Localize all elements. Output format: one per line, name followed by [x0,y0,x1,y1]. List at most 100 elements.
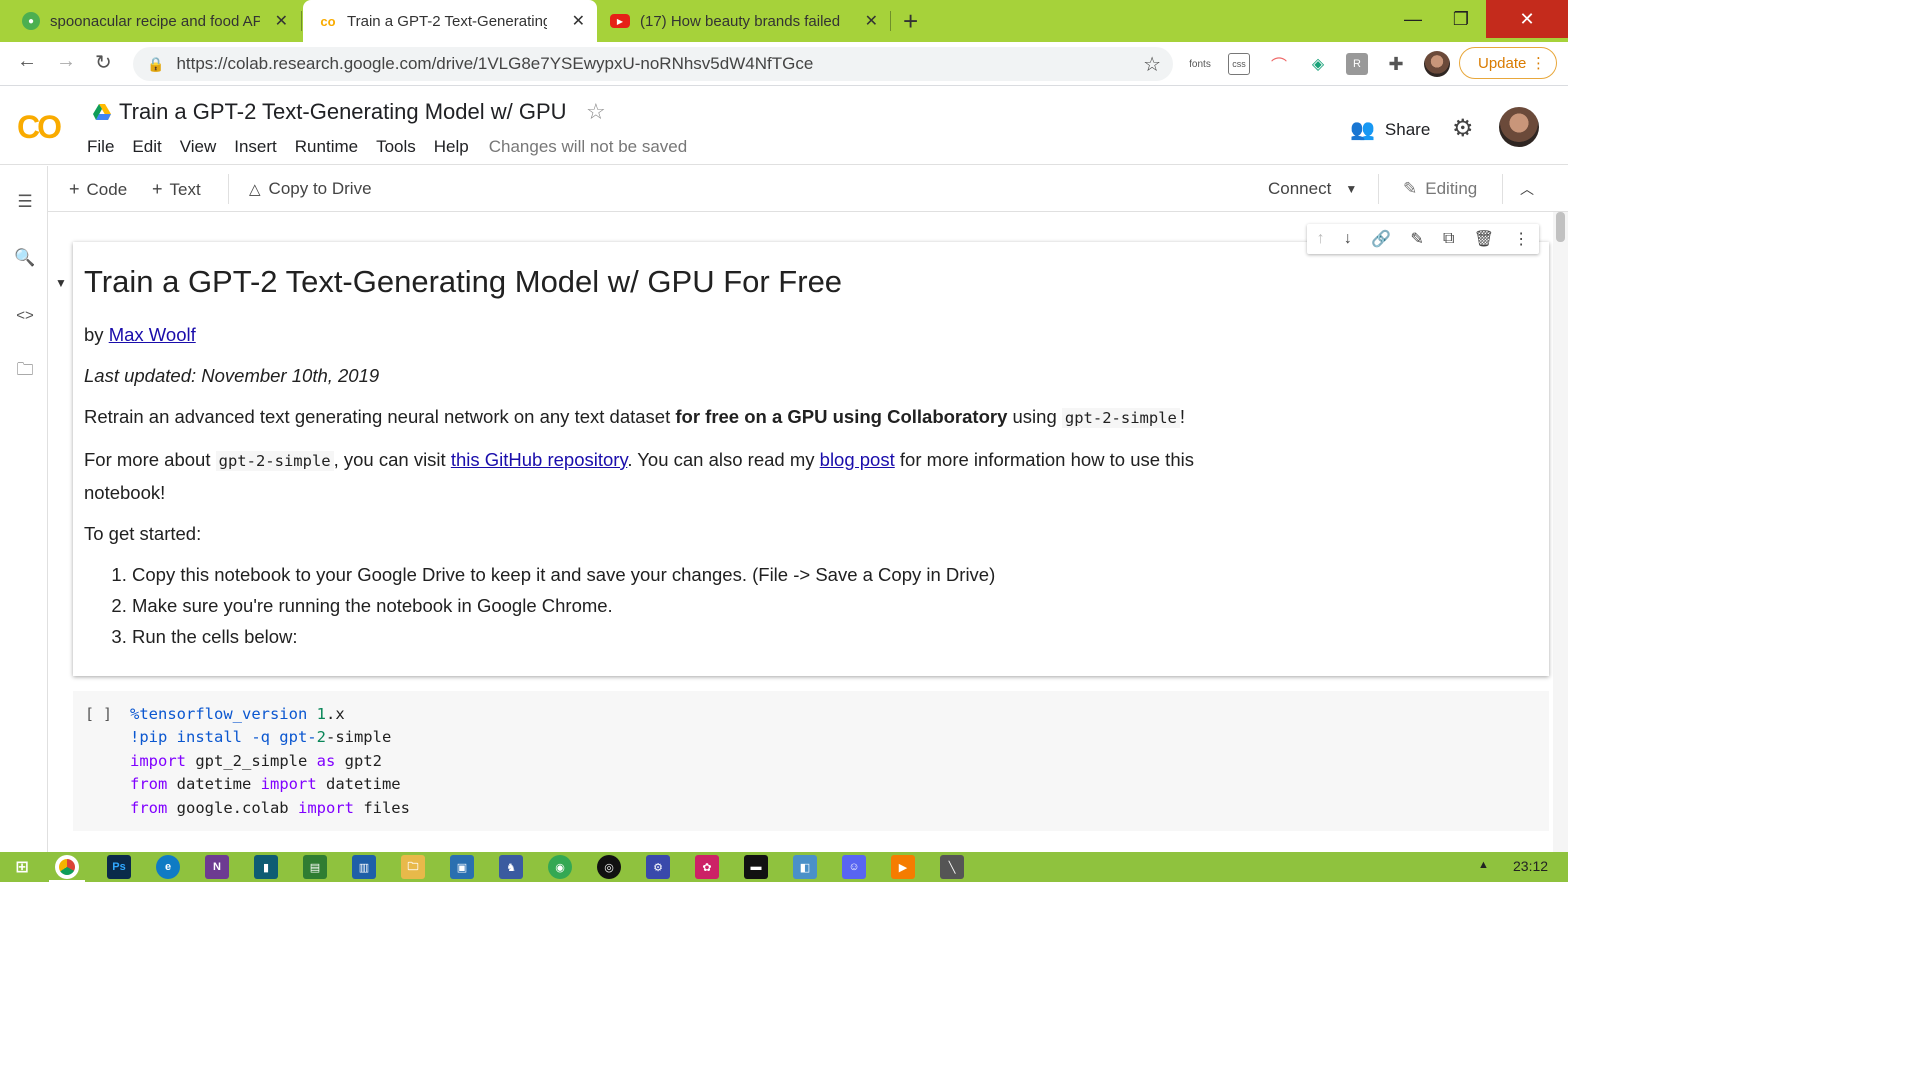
star-notebook-icon[interactable]: ☆ [586,99,606,125]
copy-to-drive-button[interactable]: △ Copy to Drive [249,179,372,199]
app-taskbar-icon[interactable]: N [205,855,229,879]
mirror-cell-icon[interactable]: ⧉ [1443,230,1454,248]
scrollbar-thumb[interactable] [1556,212,1565,242]
back-arrow-icon[interactable]: ← [17,50,37,73]
cell-toolbar: ↑ ↓ 🔗 ✎ ⧉ 🗑 ⋮ [1307,224,1539,254]
more-text: . You can also read my [627,449,820,470]
photoshop-taskbar-icon[interactable]: Ps [107,855,131,879]
delete-trash-icon[interactable]: 🗑 [1474,229,1494,249]
reload-icon[interactable]: ↻ [95,50,112,75]
fonts-extension-icon[interactable]: fonts [1189,53,1211,75]
menu-insert[interactable]: Insert [234,137,277,157]
list-item: Make sure you're running the notebook in… [132,590,1284,621]
app-taskbar-icon[interactable]: ◎ [597,855,621,879]
forward-arrow-icon[interactable]: → [56,50,76,73]
spreadsheet-taskbar-icon[interactable]: ▤ [303,855,327,879]
section-collapse-arrow-icon[interactable]: ▼ [55,276,67,290]
intro-text: using [1007,406,1062,427]
move-up-icon[interactable]: ↑ [1317,230,1325,248]
add-code-cell-button[interactable]: + Code [69,179,127,200]
unsaved-notice[interactable]: Changes will not be saved [489,137,687,157]
notebook-scrollbar[interactable] [1553,212,1568,852]
app-taskbar-icon[interactable]: ◧ [793,855,817,879]
menu-tools[interactable]: Tools [376,137,416,157]
share-button[interactable]: 👥 Share [1350,117,1430,142]
media-player-taskbar-icon[interactable]: ▶ [891,855,915,879]
app-taskbar-icon[interactable]: ♞ [499,855,523,879]
files-folder-icon[interactable]: 🗀 [15,360,35,381]
settings-gear-icon[interactable]: ⚙ [1452,114,1474,143]
editing-mode-button[interactable]: ✎ Editing [1403,179,1477,199]
file-explorer-taskbar-icon[interactable]: 🗀 [401,855,425,879]
github-repo-link[interactable]: this GitHub repository [451,449,628,470]
menu-view[interactable]: View [180,137,217,157]
tab-title: (17) How beauty brands failed w [640,12,840,30]
address-bar[interactable]: 🔒 https://colab.research.google.com/driv… [133,47,1173,81]
connect-button[interactable]: Connect ▼ [1268,179,1357,199]
app-taskbar-icon[interactable]: ▣ [450,855,474,879]
google-drive-icon[interactable] [93,104,111,120]
tab-close-icon[interactable]: ✕ [865,11,878,31]
gem-extension-icon[interactable]: ◈ [1307,53,1329,75]
colab-logo[interactable]: CO [17,109,62,146]
code-token: .x [326,705,345,723]
table-of-contents-icon[interactable]: ☰ [15,192,35,212]
add-text-cell-button[interactable]: + Text [152,179,201,200]
css-extension-icon[interactable]: css [1228,53,1250,75]
more-options-icon[interactable]: ⋮ [1513,229,1529,249]
code-token: datetime [167,775,261,794]
browser-tab-colab[interactable]: co Train a GPT-2 Text-Generating M ✕ [303,0,597,42]
run-cell-indicator[interactable]: [ ] [85,705,112,723]
reader-taskbar-icon[interactable]: ▥ [352,855,376,879]
menu-file[interactable]: File [87,137,114,157]
browser-tab-youtube[interactable]: ▶ (17) How beauty brands failed w ✕ [598,0,890,42]
terminal-taskbar-icon[interactable]: ▬ [744,855,768,879]
search-icon[interactable]: 🔍 [14,248,35,268]
code-editor[interactable]: %tensorflow_version 1.x !pip install -q … [130,703,410,820]
discord-taskbar-icon[interactable]: ☺ [842,855,866,879]
new-tab-button[interactable]: + [903,6,918,37]
app-taskbar-icon[interactable]: ▮ [254,855,278,879]
move-down-icon[interactable]: ↓ [1344,230,1352,248]
link-icon[interactable]: 🔗 [1371,229,1391,249]
collapse-header-icon[interactable]: ︿ [1520,179,1534,199]
settings-taskbar-icon[interactable]: ⚙ [646,855,670,879]
edit-pencil-icon[interactable]: ✎ [1410,229,1423,249]
tab-close-icon[interactable]: ✕ [572,11,585,31]
get-started-label: To get started: [84,523,202,544]
puzzle-extension-icon[interactable]: ✚ [1385,53,1407,75]
paint-taskbar-icon[interactable]: ✿ [695,855,719,879]
tab-close-icon[interactable]: ✕ [275,11,288,31]
edge-taskbar-icon[interactable]: e [156,855,180,879]
menu-edit[interactable]: Edit [132,137,161,157]
tray-chevron-up-icon[interactable]: ▲ [1478,859,1489,871]
menu-help[interactable]: Help [434,137,469,157]
app-taskbar-icon[interactable]: ◉ [548,855,572,879]
author-link[interactable]: Max Woolf [109,324,196,345]
lock-icon: 🔒 [147,55,165,72]
plus-icon: + [152,179,163,199]
taskbar-clock[interactable]: 23:12 [1513,858,1548,874]
chrome-taskbar-icon[interactable] [49,855,85,882]
minimize-button[interactable]: — [1388,0,1438,38]
code-token: import [260,775,317,794]
toolbar-divider [1378,174,1379,204]
account-avatar[interactable] [1499,107,1539,147]
notebook-title[interactable]: Train a GPT-2 Text-Generating Model w/ G… [119,99,567,125]
maximize-button[interactable]: ❐ [1436,0,1486,38]
people-icon: 👥 [1350,119,1375,141]
profile-avatar[interactable] [1424,51,1450,77]
menu-runtime[interactable]: Runtime [295,137,358,157]
blog-post-link[interactable]: blog post [820,449,895,470]
colab-favicon-icon: co [320,13,336,29]
bookmark-star-icon[interactable]: ☆ [1143,52,1161,77]
app-taskbar-icon[interactable]: ╲ [940,855,964,879]
code-snippets-icon[interactable]: <> [15,305,35,325]
close-window-button[interactable]: ✕ [1486,0,1568,38]
windows-start-icon[interactable]: ⊞ [10,855,34,879]
update-button[interactable]: Update ⋮ [1459,47,1557,79]
markdown-content: Train a GPT-2 Text-Generating Model w/ G… [84,258,1284,652]
r-extension-icon[interactable]: R [1346,53,1368,75]
rainbow-extension-icon[interactable]: ⌒ [1268,53,1290,75]
browser-tab-spoonacular[interactable]: ● spoonacular recipe and food API ✕ [0,0,300,42]
